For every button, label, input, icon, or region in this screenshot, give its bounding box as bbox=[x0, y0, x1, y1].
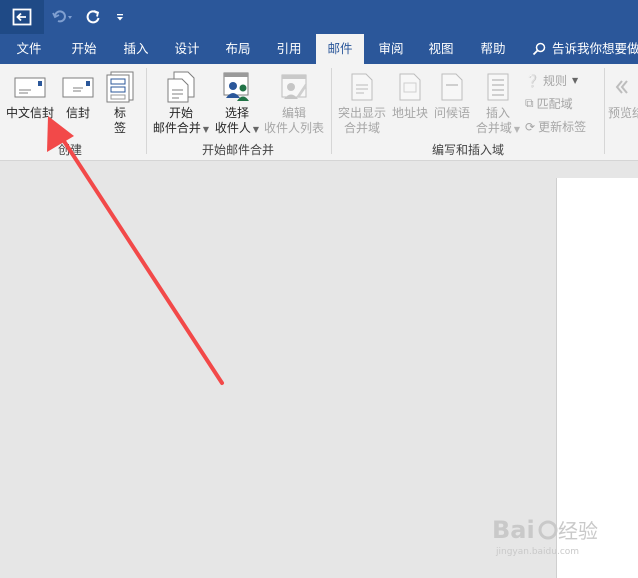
svg-text:Bai: Bai bbox=[492, 516, 535, 544]
annotation-arrow-icon bbox=[47, 116, 224, 385]
svg-text:经验: 经验 bbox=[558, 519, 598, 543]
svg-text:jingyan.baidu.com: jingyan.baidu.com bbox=[495, 547, 579, 557]
baidu-jingyan-logo: Bai du 经验 jingyan.baidu.com bbox=[492, 516, 598, 557]
